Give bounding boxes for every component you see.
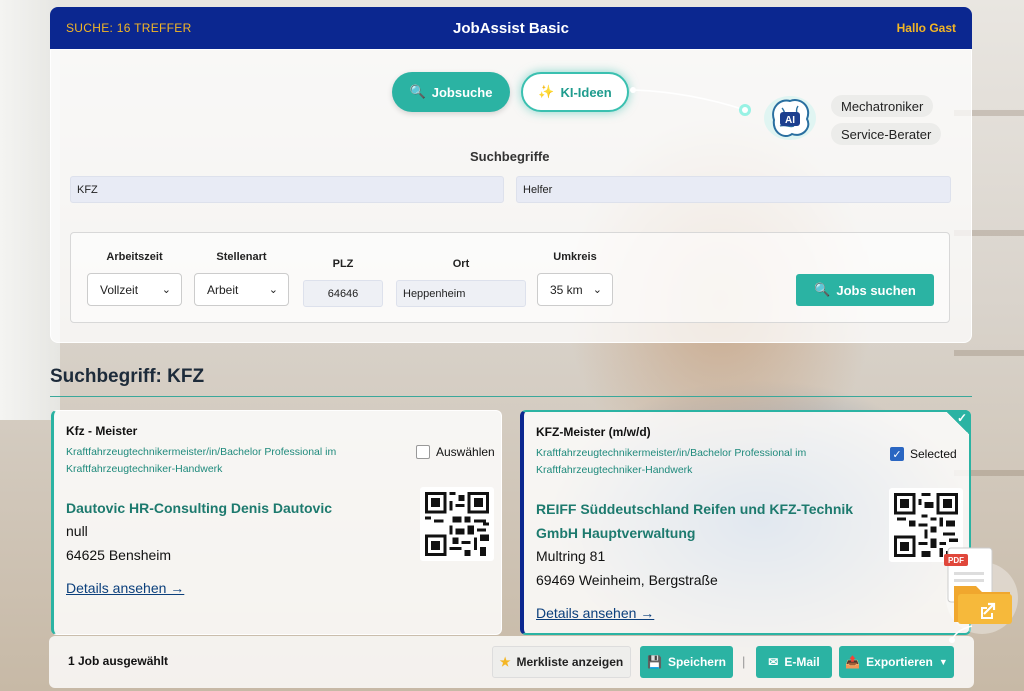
job-title: KFZ-Meister (m/w/d): [536, 425, 651, 439]
select-checkbox-row[interactable]: Auswählen: [416, 445, 495, 459]
app-header: SUCHE: 16 TREFFER JobAssist Basic Hallo …: [50, 7, 972, 49]
pdf-label: PDF: [948, 556, 964, 565]
ai-connector-line: [630, 87, 751, 116]
plz-input[interactable]: 64646: [303, 280, 383, 307]
job-subtitle: Kraftfahrzeugtechnikermeister/in/Bachelo…: [536, 447, 807, 476]
job-subtitle: Kraftfahrzeugtechnikermeister/in/Bachelo…: [66, 446, 337, 475]
jobs-suchen-button[interactable]: 🔍 Jobs suchen: [796, 274, 934, 306]
jobs-suchen-label: Jobs suchen: [836, 282, 916, 298]
address-line-2: 69469 Weinheim, Bergstraße: [536, 572, 718, 588]
caret-down-icon: ▼: [938, 657, 948, 667]
select-checkbox[interactable]: ✓: [890, 447, 904, 461]
search-term-1-input[interactable]: KFZ: [70, 176, 504, 203]
company-name: REIFF Süddeutschland Reifen und KFZ-Tech…: [536, 501, 854, 541]
umkreis-value: 35 km: [550, 282, 583, 297]
exportieren-label: Exportieren: [866, 655, 933, 669]
selected-corner-badge: ✓: [945, 410, 971, 436]
ai-badge-text: AI: [785, 115, 795, 126]
umkreis-label: Umkreis: [553, 251, 597, 263]
stellenart-value: Arbeit: [207, 282, 239, 297]
ai-suggestion-chip[interactable]: Mechatroniker: [831, 95, 934, 117]
search-icon: 🔍: [814, 282, 831, 297]
address-line-1: Multring 81: [536, 548, 606, 564]
ai-suggestion-chip[interactable]: Service-Berater: [831, 123, 942, 145]
check-icon: ✓: [956, 411, 967, 425]
plz-label: PLZ: [332, 258, 354, 270]
select-checkbox-row[interactable]: ✓ Selected: [890, 447, 957, 461]
email-label: E-Mail: [784, 655, 820, 669]
ki-ideen-label: KI-Ideen: [560, 84, 612, 100]
ort-input[interactable]: Heppenheim: [396, 280, 526, 307]
arbeitszeit-label: Arbeitszeit: [106, 251, 163, 263]
qr-code: [420, 487, 494, 561]
details-link[interactable]: Details ansehen →: [66, 580, 184, 596]
job-title: Kfz - Meister: [66, 424, 138, 438]
ai-brain-icon: AI: [760, 92, 820, 148]
exportieren-button[interactable]: 📤 Exportieren ▼: [839, 646, 954, 678]
ort-label: Ort: [452, 258, 470, 270]
chevron-down-icon: ⌄: [592, 284, 602, 296]
stellenart-label: Stellenart: [216, 251, 267, 263]
stellenart-select[interactable]: Arbeit ⌄: [194, 273, 289, 306]
save-icon: 💾: [647, 655, 662, 669]
arbeitszeit-select[interactable]: Vollzeit ⌄: [87, 273, 182, 306]
chevron-down-icon: ⌄: [161, 284, 171, 296]
address-line-1: null: [66, 523, 88, 539]
select-label: Auswählen: [436, 445, 495, 459]
select-label: Selected: [910, 447, 957, 461]
details-link[interactable]: Details ansehen →: [536, 605, 654, 621]
heading-divider: [50, 396, 972, 397]
selected-count: 1 Job ausgewählt: [68, 654, 169, 668]
search-icon: 🔍: [409, 84, 426, 99]
user-greeting[interactable]: Hallo Gast: [897, 21, 956, 35]
umkreis-select[interactable]: 35 km ⌄: [537, 273, 613, 306]
merkliste-button[interactable]: ★ Merkliste anzeigen: [492, 646, 631, 678]
search-term-2-input[interactable]: Helfer: [516, 176, 951, 203]
speichern-button[interactable]: 💾 Speichern: [640, 646, 733, 678]
search-terms-label: Suchbegriffe: [470, 149, 550, 164]
sparkle-icon: ✨: [538, 84, 555, 99]
select-checkbox[interactable]: [416, 445, 430, 459]
email-button[interactable]: ✉ E-Mail: [756, 646, 832, 678]
footer-separator: |: [742, 654, 746, 669]
pdf-folder-icon: PDF: [944, 547, 1018, 643]
job-card[interactable]: Kfz - Meister Kraftfahrzeugtechnikermeis…: [51, 410, 502, 635]
speichern-label: Speichern: [667, 655, 726, 669]
chevron-down-icon: ⌄: [268, 284, 278, 296]
ki-ideen-button[interactable]: ✨ KI-Ideen: [521, 72, 629, 112]
company-name: Dautovic HR-Consulting Denis Dautovic: [66, 500, 333, 516]
star-icon: ★: [499, 655, 511, 669]
merkliste-label: Merkliste anzeigen: [516, 655, 624, 669]
action-footer: 1 Job ausgewählt ★ Merkliste anzeigen 💾 …: [49, 636, 974, 688]
jobsuche-button[interactable]: 🔍 Jobsuche: [392, 72, 510, 112]
address-line-2: 64625 Bensheim: [66, 547, 172, 563]
results-heading: Suchbegriff: KFZ: [50, 366, 205, 387]
arbeitszeit-value: Vollzeit: [100, 282, 139, 297]
mail-icon: ✉: [768, 655, 779, 669]
job-card-selected[interactable]: ✓ KFZ-Meister (m/w/d) Kraftfahrzeugtechn…: [520, 410, 971, 635]
search-count: SUCHE: 16 TREFFER: [66, 21, 192, 35]
export-icon: 📤: [845, 655, 861, 669]
jobsuche-label: Jobsuche: [431, 84, 493, 100]
